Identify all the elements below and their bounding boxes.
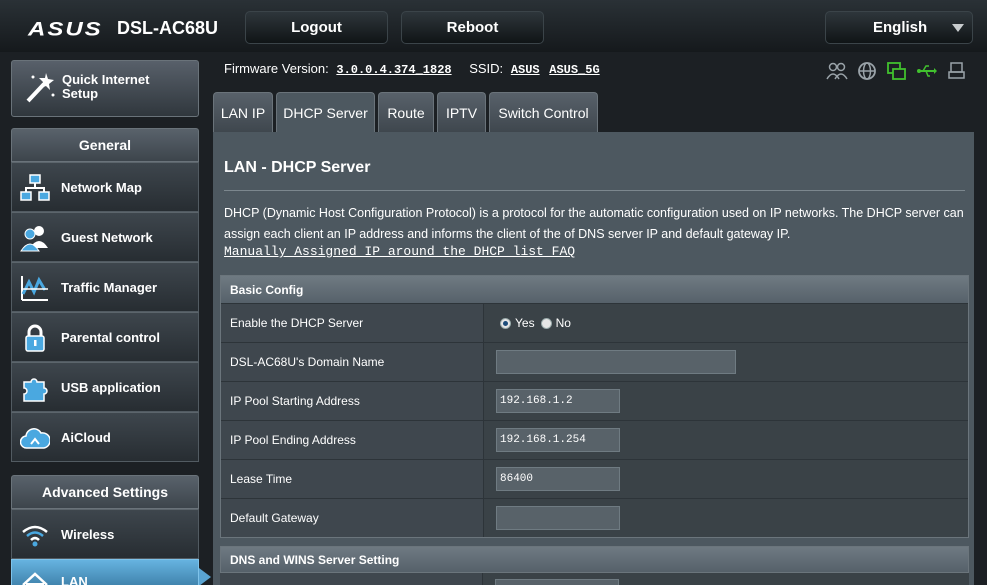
top-bar: ASUS DSL-AC68U Logout Reboot English bbox=[0, 0, 987, 52]
default-gateway-input[interactable] bbox=[496, 506, 620, 530]
quick-setup-label: Quick Internet Setup bbox=[62, 72, 150, 101]
nav-item-lan[interactable]: LAN bbox=[11, 559, 199, 585]
nav-label: LAN bbox=[61, 574, 88, 585]
nav-label: USB application bbox=[61, 379, 161, 395]
radio-unselected-icon bbox=[540, 317, 552, 329]
radio-selected-icon bbox=[500, 317, 511, 329]
home-icon bbox=[22, 572, 48, 585]
model-name: DSL-AC68U bbox=[117, 18, 219, 38]
nav-label: Network Map bbox=[61, 179, 142, 195]
basic-config-header: Basic Config bbox=[221, 276, 968, 303]
ssid-2g-link[interactable]: ASUS bbox=[511, 63, 540, 77]
nav-label: Guest Network bbox=[61, 229, 153, 245]
domain-name-input[interactable] bbox=[496, 350, 736, 374]
tab-route[interactable]: Route bbox=[378, 92, 434, 132]
table-row bbox=[220, 573, 969, 585]
firmware-version-link[interactable]: 3.0.0.4.374_1828 bbox=[336, 63, 451, 77]
chevron-down-icon bbox=[952, 24, 964, 32]
network-map-icon bbox=[20, 174, 50, 201]
table-row: Default Gateway bbox=[221, 498, 968, 537]
tab-switch-control[interactable]: Switch Control bbox=[489, 92, 598, 132]
enable-dhcp-value: Yes No bbox=[483, 304, 968, 342]
page-description: DHCP (Dynamic Host Configuration Protoco… bbox=[224, 206, 964, 241]
lease-time-label: Lease Time bbox=[221, 460, 483, 498]
pool-end-input[interactable]: 192.168.1.254 bbox=[496, 428, 620, 452]
internet-globe-icon[interactable] bbox=[856, 60, 878, 82]
asus-logo: ASUS bbox=[28, 18, 103, 41]
tab-lan-ip[interactable]: LAN IP bbox=[213, 92, 273, 132]
nav-label: Wireless bbox=[61, 526, 115, 542]
basic-config-table: Basic Config Enable the DHCP Server Yes … bbox=[220, 275, 969, 538]
pool-start-label: IP Pool Starting Address bbox=[221, 382, 483, 420]
nav-label: Parental control bbox=[61, 329, 160, 345]
usb-icon[interactable] bbox=[916, 60, 938, 82]
advanced-section-header: Advanced Settings bbox=[11, 475, 199, 509]
enable-dhcp-yes-radio[interactable]: Yes bbox=[500, 316, 535, 330]
guest-network-icon bbox=[20, 226, 48, 252]
dns-row-label bbox=[220, 573, 482, 585]
enable-dhcp-label: Enable the DHCP Server bbox=[221, 304, 483, 342]
clients-icon[interactable] bbox=[826, 60, 848, 82]
wifi-icon bbox=[22, 525, 48, 547]
pool-end-label: IP Pool Ending Address bbox=[221, 421, 483, 459]
nav-item-parental-control[interactable]: Parental control bbox=[11, 312, 199, 362]
default-gateway-label: Default Gateway bbox=[221, 499, 483, 537]
lease-time-cell: 86400 bbox=[483, 460, 968, 498]
pool-end-cell: 192.168.1.254 bbox=[483, 421, 968, 459]
dns-wins-section-header: DNS and WINS Server Setting bbox=[220, 546, 969, 573]
nav-item-wireless[interactable]: Wireless bbox=[11, 509, 199, 559]
enable-dhcp-no-radio[interactable]: No bbox=[540, 316, 571, 330]
active-indicator-arrow bbox=[199, 568, 211, 585]
magic-wand-icon bbox=[26, 73, 55, 103]
table-row: IP Pool Starting Address 192.168.1.2 bbox=[221, 381, 968, 420]
firmware-label: Firmware Version: bbox=[224, 61, 329, 76]
nav-item-usb-application[interactable]: USB application bbox=[11, 362, 199, 412]
lock-icon bbox=[25, 324, 45, 352]
status-line: Firmware Version: 3.0.0.4.374_1828 SSID:… bbox=[224, 61, 600, 77]
general-section-header: General bbox=[11, 128, 199, 162]
reboot-button[interactable]: Reboot bbox=[401, 11, 544, 44]
default-gateway-cell bbox=[483, 499, 968, 537]
table-row: Enable the DHCP Server Yes No bbox=[221, 303, 968, 342]
wan-link-icon[interactable] bbox=[886, 60, 908, 82]
no-label: No bbox=[555, 316, 571, 330]
pool-start-cell: 192.168.1.2 bbox=[483, 382, 968, 420]
ssid-5g-link[interactable]: ASUS_5G bbox=[549, 63, 599, 77]
faq-link[interactable]: Manually Assigned IP around the DHCP lis… bbox=[224, 244, 575, 259]
domain-name-cell bbox=[483, 343, 968, 381]
puzzle-icon bbox=[23, 378, 48, 402]
title-divider bbox=[224, 190, 965, 191]
nav-item-aicloud[interactable]: AiCloud bbox=[11, 412, 199, 462]
nav-item-network-map[interactable]: Network Map bbox=[11, 162, 199, 212]
nav-label: Traffic Manager bbox=[61, 279, 158, 295]
language-select[interactable]: English bbox=[825, 11, 973, 44]
nav-item-guest-network[interactable]: Guest Network bbox=[11, 212, 199, 262]
logout-button[interactable]: Logout bbox=[245, 11, 388, 44]
tab-iptv[interactable]: IPTV bbox=[437, 92, 486, 132]
printer-icon[interactable] bbox=[946, 60, 968, 82]
domain-name-label: DSL-AC68U's Domain Name bbox=[221, 343, 483, 381]
ssid-label: SSID: bbox=[469, 61, 504, 76]
yes-label: Yes bbox=[515, 316, 535, 330]
page-title: LAN - DHCP Server bbox=[224, 159, 371, 176]
language-value: English bbox=[873, 19, 928, 36]
table-row: IP Pool Ending Address 192.168.1.254 bbox=[221, 420, 968, 459]
nav-item-traffic-manager[interactable]: Traffic Manager bbox=[11, 262, 199, 312]
table-row: Lease Time 86400 bbox=[221, 459, 968, 498]
tab-dhcp-server[interactable]: DHCP Server bbox=[276, 92, 375, 132]
dns-server-input[interactable] bbox=[495, 579, 619, 585]
dns-row-cell bbox=[482, 573, 969, 585]
lease-time-input[interactable]: 86400 bbox=[496, 467, 620, 491]
table-row: DSL-AC68U's Domain Name bbox=[221, 342, 968, 381]
pool-start-input[interactable]: 192.168.1.2 bbox=[496, 389, 620, 413]
cloud-icon bbox=[20, 428, 50, 449]
nav-label: AiCloud bbox=[61, 429, 111, 445]
quick-internet-setup-button[interactable]: Quick Internet Setup bbox=[11, 60, 199, 117]
traffic-manager-icon bbox=[21, 276, 48, 301]
